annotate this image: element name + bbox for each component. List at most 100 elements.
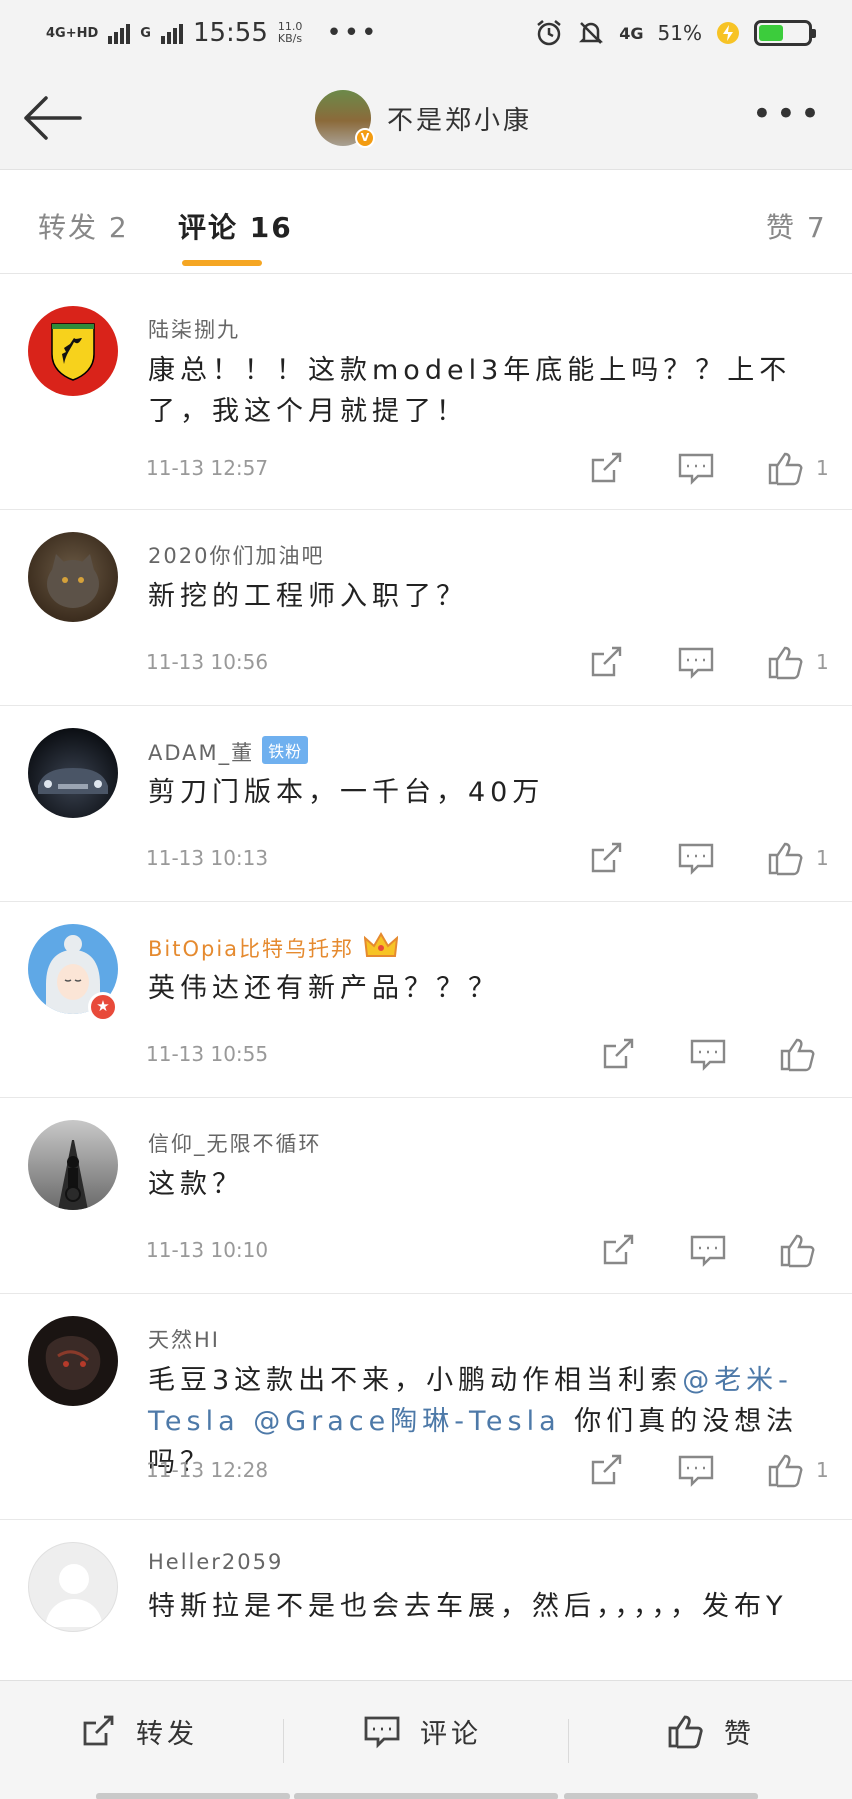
comment-author[interactable]: ADAM_董 铁粉 (148, 736, 309, 767)
nav-gesture-bar (564, 1793, 758, 1799)
network-indicator-2: G (140, 25, 151, 41)
status-bar: 4G+HD G 15:55 11.0 KB/s ••• 4G 51% (0, 0, 852, 66)
comment-author[interactable]: 陆柒捌九 (148, 314, 240, 344)
signal-icon-2 (160, 22, 183, 44)
network-indicator: 4G+HD (46, 25, 99, 41)
comment-icon[interactable] (676, 838, 716, 878)
comment-icon[interactable] (676, 1450, 716, 1490)
comment-author[interactable]: 天然HI (148, 1324, 220, 1354)
comment-item: ★ BitOpia比特乌托邦 英伟达还有新产品？？？ 11-13 10:55 (0, 902, 852, 1098)
tab-comments[interactable]: 评论 16 (178, 206, 293, 246)
network-speed: 11.0 KB/s (278, 21, 303, 45)
user-avatar[interactable] (28, 1120, 118, 1210)
like-count: 1 (816, 456, 829, 480)
comment-time: 11-13 10:55 (146, 1042, 269, 1066)
user-avatar[interactable] (28, 532, 118, 622)
user-avatar[interactable] (28, 1542, 118, 1632)
like-label: 赞 (724, 1718, 755, 1750)
nav-gesture-bar (96, 1793, 290, 1799)
comment-list: 陆柒捌九 康总！！！这款model3年底能上吗？？上不了，我这个月就提了！ 11… (0, 284, 852, 1690)
tab-bar: 转发 2 评论 16 赞 7 (0, 170, 852, 274)
page-title[interactable]: 不是郑小康 (387, 100, 532, 137)
comment-text: 英伟达还有新产品？？？ (148, 973, 500, 1004)
comment-text-part: 毛豆3这款出不来，小鹏动作相当利索 (148, 1365, 683, 1396)
dark-art-avatar-icon (45, 1335, 101, 1390)
nav-gesture-bar (294, 1793, 558, 1799)
like-icon[interactable] (766, 838, 806, 878)
like-count: 1 (816, 846, 829, 870)
back-arrow-icon[interactable] (22, 96, 82, 140)
comment-actions: 1 (586, 642, 829, 682)
divider (568, 1719, 569, 1763)
battery-icon (754, 20, 816, 46)
share-icon[interactable] (586, 448, 626, 488)
battery-percent: 51% (657, 21, 702, 45)
status-left: 4G+HD G 15:55 11.0 KB/s ••• (46, 18, 378, 48)
like-count: 1 (816, 1458, 829, 1482)
comment-icon[interactable] (676, 448, 716, 488)
comment-author[interactable]: 信仰_无限不循环 (148, 1128, 322, 1158)
cyclist-avatar-icon (58, 1140, 88, 1210)
comment-text: 康总！！！这款model3年底能上吗？？上不了，我这个月就提了！ (148, 355, 792, 427)
like-icon[interactable] (766, 642, 806, 682)
comment-author-name[interactable]: BitOpia比特乌托邦 (148, 937, 354, 961)
share-icon[interactable] (586, 838, 626, 878)
comment-item: 信仰_无限不循环 这款？ 11-13 10:10 (0, 1098, 852, 1294)
comment-author[interactable]: BitOpia比特乌托邦 (148, 932, 399, 963)
comment-actions: 1 (586, 448, 829, 488)
signal-icon (108, 22, 131, 44)
network-right-indicator: 4G (619, 23, 644, 43)
default-avatar-icon (45, 1564, 103, 1627)
more-dots-icon[interactable]: ••• (752, 97, 824, 131)
active-tab-indicator (182, 260, 262, 266)
mute-bell-icon (579, 22, 604, 44)
share-icon[interactable] (598, 1230, 638, 1270)
like-icon[interactable] (766, 1450, 806, 1490)
comment-item: 天然HI 毛豆3这款出不来，小鹏动作相当利索@老米-Tesla @Grace陶琳… (0, 1294, 852, 1520)
comment-author[interactable]: Heller2059 (148, 1550, 283, 1574)
battery-fill (759, 25, 784, 41)
crown-icon (364, 932, 399, 957)
nav-bar: V 不是郑小康 ••• (0, 66, 852, 170)
user-avatar[interactable] (28, 1316, 118, 1406)
like-icon[interactable] (778, 1034, 818, 1074)
comment-icon (364, 1716, 400, 1749)
comment-icon[interactable] (688, 1034, 728, 1074)
comment-time: 11-13 12:57 (146, 456, 269, 480)
car-avatar-icon (38, 768, 108, 794)
speed-unit: KB/s (277, 32, 303, 45)
user-avatar[interactable] (28, 728, 118, 818)
comment-time: 11-13 10:10 (146, 1238, 269, 1262)
like-icon[interactable] (778, 1230, 818, 1270)
like-button[interactable]: 赞 (666, 1711, 755, 1751)
comment-icon[interactable] (688, 1230, 728, 1270)
tab-reposts[interactable]: 转发 2 (38, 206, 129, 246)
repost-button[interactable]: 转发 (78, 1711, 198, 1751)
repost-label: 转发 (136, 1718, 198, 1750)
tab-likes[interactable]: 赞 7 (766, 206, 827, 246)
alarm-icon (537, 20, 562, 46)
share-icon[interactable] (586, 1450, 626, 1490)
comment-text: 这款？ (148, 1169, 244, 1200)
comment-item: Heller2059 特斯拉是不是也会去车展，然后，，，，，发布Y (0, 1520, 852, 1690)
comment-item: 陆柒捌九 康总！！！这款model3年底能上吗？？上不了，我这个月就提了！ 11… (0, 284, 852, 510)
mention-link[interactable]: @Grace陶琳-Tesla (253, 1406, 560, 1437)
comment-button[interactable]: 评论 (362, 1711, 482, 1751)
comment-actions: 1 (586, 1450, 829, 1490)
charging-icon (717, 22, 739, 44)
comment-label: 评论 (420, 1718, 482, 1750)
comment-icon[interactable] (676, 642, 716, 682)
notification-dots: ••• (326, 18, 379, 48)
share-icon[interactable] (598, 1034, 638, 1074)
comment-text: 新挖的工程师入职了？ (148, 581, 468, 612)
like-icon[interactable] (766, 448, 806, 488)
comment-time: 11-13 12:28 (146, 1458, 269, 1482)
profile-header[interactable]: V 不是郑小康 (315, 90, 532, 148)
comment-actions (598, 1230, 828, 1270)
user-avatar[interactable] (28, 306, 118, 396)
comment-author[interactable]: 2020你们加油吧 (148, 540, 324, 570)
comment-author-name[interactable]: ADAM_董 (148, 741, 254, 765)
comment-text: 特斯拉是不是也会去车展，然后，，，，，发布Y (148, 1591, 788, 1622)
share-icon[interactable] (586, 642, 626, 682)
profile-avatar[interactable]: V (315, 90, 375, 148)
